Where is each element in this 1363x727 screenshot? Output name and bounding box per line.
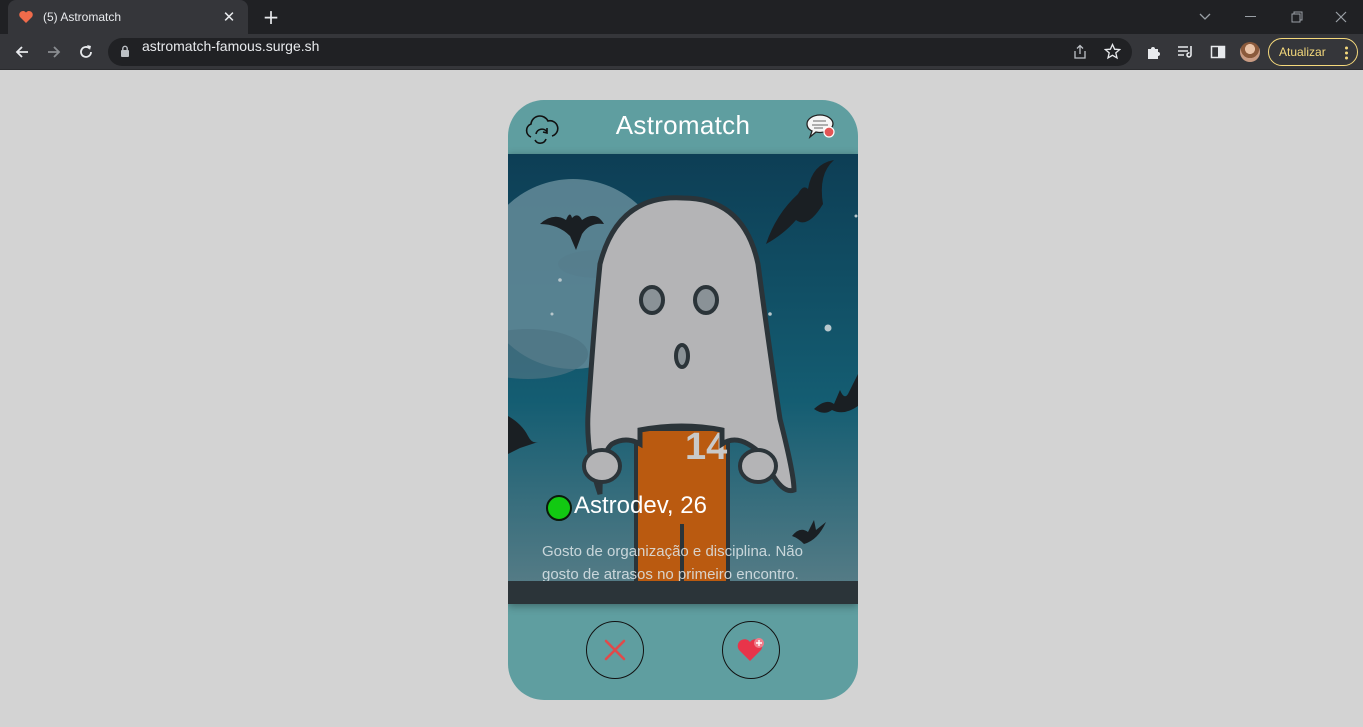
forward-button[interactable] bbox=[40, 38, 68, 66]
app-header: Astromatch bbox=[508, 100, 858, 154]
tab-title: (5) Astromatch bbox=[43, 10, 122, 24]
browser-toolbar: astromatch-famous.surge.sh bbox=[0, 34, 1363, 70]
media-controls-button[interactable] bbox=[1172, 38, 1200, 66]
puzzle-icon bbox=[1148, 47, 1160, 59]
lock-icon bbox=[121, 45, 129, 57]
bookmark-star-icon[interactable] bbox=[1104, 43, 1121, 60]
profile-photo: 14 bbox=[508, 154, 858, 604]
reload-button[interactable] bbox=[72, 38, 100, 66]
tab-search-button[interactable] bbox=[1182, 0, 1228, 34]
x-icon bbox=[604, 639, 626, 661]
browser-tab[interactable]: (5) Astromatch ✕ bbox=[8, 0, 248, 34]
online-status-indicator bbox=[546, 495, 572, 521]
share-icon[interactable] bbox=[1072, 44, 1088, 60]
heart-favicon-icon bbox=[19, 11, 33, 23]
like-button[interactable] bbox=[722, 621, 780, 679]
close-icon bbox=[1335, 11, 1347, 23]
reject-button[interactable] bbox=[586, 621, 644, 679]
new-tab-button[interactable]: + bbox=[260, 6, 282, 28]
matches-button[interactable] bbox=[804, 112, 838, 142]
profile-avatar[interactable] bbox=[1240, 42, 1260, 62]
side-panel-icon bbox=[1210, 45, 1226, 59]
arrow-left-icon bbox=[15, 46, 28, 58]
more-vertical-icon bbox=[1345, 46, 1348, 60]
reload-icon bbox=[80, 45, 92, 58]
profile-name-age: Astrodev, 26 bbox=[574, 492, 707, 519]
update-button-label: Atualizar bbox=[1279, 45, 1326, 59]
tab-close-button[interactable]: ✕ bbox=[220, 8, 238, 26]
minimize-button[interactable] bbox=[1228, 0, 1274, 34]
card-footer-bar bbox=[508, 581, 858, 604]
extensions-button[interactable] bbox=[1140, 38, 1168, 66]
url-text: astromatch-famous.surge.sh bbox=[142, 38, 320, 54]
close-window-button[interactable] bbox=[1318, 0, 1363, 34]
chat-bubble-icon bbox=[806, 114, 835, 139]
side-panel-button[interactable] bbox=[1204, 38, 1232, 66]
profile-bio: Gosto de organização e disciplina. Não g… bbox=[542, 543, 803, 583]
restore-icon bbox=[1291, 11, 1303, 23]
browser-tabstrip: (5) Astromatch ✕ + bbox=[0, 0, 1363, 34]
update-button[interactable]: Atualizar bbox=[1268, 38, 1358, 66]
music-queue-icon bbox=[1178, 46, 1192, 58]
astromatch-app: Astromatch 14 Astrodev, 26 Gosto de orga… bbox=[508, 100, 858, 700]
heart-plus-icon bbox=[737, 638, 764, 661]
restore-button[interactable] bbox=[1274, 0, 1320, 34]
minimize-icon bbox=[1245, 16, 1256, 17]
profile-card[interactable]: 14 Astrodev, 26 Gosto de organização e d… bbox=[508, 154, 858, 604]
chevron-down-icon bbox=[1199, 13, 1211, 20]
back-button[interactable] bbox=[8, 38, 36, 66]
address-bar[interactable]: astromatch-famous.surge.sh bbox=[108, 38, 1132, 66]
arrow-right-icon bbox=[48, 46, 61, 58]
